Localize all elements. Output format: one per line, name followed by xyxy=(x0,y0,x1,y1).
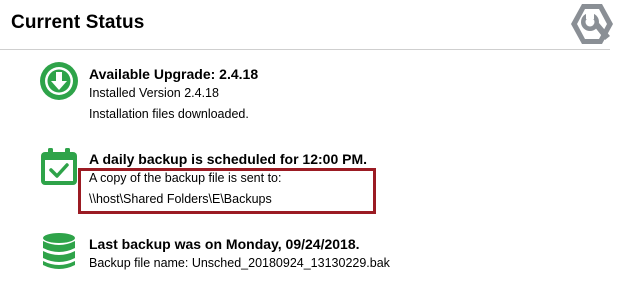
download-icon xyxy=(40,62,78,100)
installed-version-text: Installed Version 2.4.18 xyxy=(89,86,219,100)
calendar-check-icon xyxy=(41,148,77,185)
upgrade-headline: Available Upgrade: 2.4.18 xyxy=(89,66,259,82)
header-divider xyxy=(0,49,610,50)
page-title: Current Status xyxy=(11,12,145,33)
status-header: Current Status xyxy=(0,0,621,50)
installation-files-text: Installation files downloaded. xyxy=(89,107,249,121)
wrench-gear-logo-icon xyxy=(571,4,613,44)
last-backup-headline: Last backup was on Monday, 09/24/2018. xyxy=(89,236,360,252)
backup-file-name-text: Backup file name: Unsched_20180924_13130… xyxy=(89,256,390,270)
backup-schedule-headline: A daily backup is scheduled for 12:00 PM… xyxy=(89,151,368,167)
database-icon xyxy=(43,233,75,269)
destination-highlight-box xyxy=(78,168,376,214)
